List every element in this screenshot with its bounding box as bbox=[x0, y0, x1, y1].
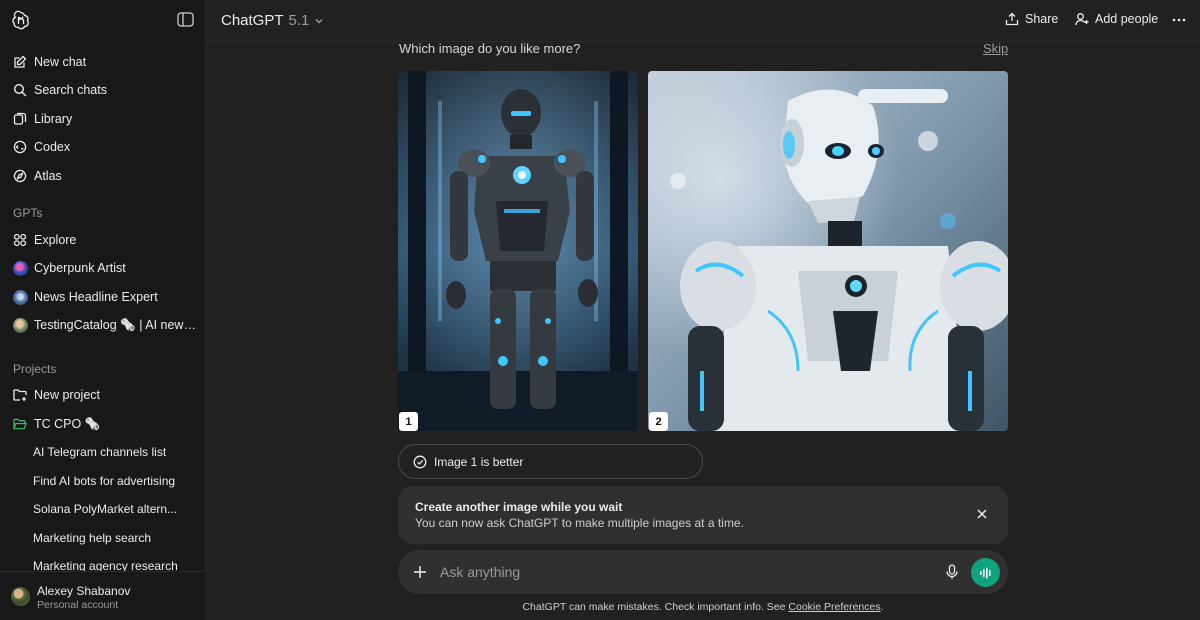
model-selector[interactable]: ChatGPT 5.1 bbox=[221, 12, 324, 29]
top-bar: ChatGPT 5.1 Share Add people bbox=[206, 0, 1200, 42]
prefer-image-1-button[interactable]: Image 1 is better bbox=[398, 444, 703, 479]
sidebar-item-codex[interactable]: Codex bbox=[6, 134, 200, 160]
sidebar-item-cyberpunk-artist[interactable]: Cyberpunk Artist bbox=[6, 255, 200, 281]
more-options-icon[interactable] bbox=[1172, 13, 1186, 27]
sidebar-item-tc-cpo[interactable]: TC CPO 🗞️ bbox=[6, 411, 200, 437]
check-circle-icon bbox=[413, 455, 427, 468]
notice-text: You can now ask ChatGPT to make multiple… bbox=[415, 516, 744, 530]
testingcatalog-avatar-icon bbox=[13, 317, 28, 333]
explore-icon bbox=[13, 233, 27, 247]
notice-title: Create another image while you wait bbox=[415, 500, 623, 514]
sidebar-item-label: Explore bbox=[34, 233, 77, 247]
robot-image-1 bbox=[398, 71, 638, 431]
sidebar-item-label: Library bbox=[34, 112, 73, 126]
sidebar-item-atlas[interactable]: Atlas bbox=[6, 163, 200, 189]
sidebar-item-label: Codex bbox=[34, 140, 71, 154]
sidebar-item-label: Cyberpunk Artist bbox=[34, 261, 126, 275]
image-option-2[interactable]: 2 bbox=[648, 71, 1008, 431]
chatgpt-app: New chat Search chats Library Codex Atla… bbox=[0, 0, 1200, 620]
image-number-badge: 1 bbox=[399, 412, 418, 431]
plus-icon[interactable] bbox=[412, 564, 428, 580]
news-headline-expert-avatar-icon bbox=[13, 289, 28, 305]
atlas-icon bbox=[13, 169, 27, 183]
skip-link[interactable]: Skip bbox=[983, 41, 1008, 56]
robot-image-2 bbox=[648, 71, 1008, 431]
disclaimer-end: . bbox=[880, 601, 884, 613]
voice-wave-icon bbox=[979, 567, 991, 578]
cookie-preferences-link[interactable]: Cookie Preferences bbox=[788, 601, 880, 613]
share-label: Share bbox=[1025, 12, 1059, 26]
user-name: Alexey Shabanov bbox=[37, 584, 131, 598]
sidebar-item-label: New project bbox=[34, 388, 100, 402]
project-chat-label: Marketing help search bbox=[33, 531, 152, 545]
sidebar-item-testingcatalog[interactable]: TestingCatalog 🗞️ | AI news &... bbox=[6, 312, 200, 338]
gpts-heading: GPTs bbox=[13, 206, 43, 220]
sidebar-top bbox=[0, 0, 206, 40]
chevron-down-icon bbox=[315, 18, 323, 23]
openai-logo-icon[interactable] bbox=[11, 10, 31, 30]
project-chat-label: Solana PolyMarket altern... bbox=[33, 502, 178, 516]
multi-image-notice: Create another image while you wait You … bbox=[398, 486, 1008, 544]
sidebar-item-new-chat[interactable]: New chat bbox=[6, 49, 200, 75]
sidebar-item-label: TC CPO 🗞️ bbox=[34, 416, 101, 431]
microphone-icon[interactable] bbox=[945, 564, 959, 580]
voice-mode-button[interactable] bbox=[971, 558, 1000, 587]
sidebar: New chat Search chats Library Codex Atla… bbox=[0, 0, 206, 620]
library-icon bbox=[13, 112, 27, 126]
cyberpunk-artist-avatar-icon bbox=[13, 260, 28, 276]
sidebar-toggle-icon[interactable] bbox=[177, 12, 194, 27]
share-icon bbox=[1005, 12, 1019, 26]
sidebar-item-explore[interactable]: Explore bbox=[6, 227, 200, 253]
sidebar-item-news-headline-expert[interactable]: News Headline Expert bbox=[6, 284, 200, 310]
sidebar-item-new-project[interactable]: New project bbox=[6, 382, 200, 408]
message-input[interactable]: Ask anything bbox=[440, 564, 520, 580]
project-chat-label: AI Telegram channels list bbox=[33, 445, 167, 459]
close-icon[interactable] bbox=[976, 508, 988, 520]
model-name: ChatGPT bbox=[221, 12, 284, 29]
add-person-icon bbox=[1075, 13, 1089, 26]
sidebar-item-label: New chat bbox=[34, 55, 87, 69]
project-chat-item[interactable]: Solana PolyMarket altern... bbox=[6, 496, 200, 522]
share-button[interactable]: Share bbox=[1005, 12, 1058, 26]
project-chat-item[interactable]: Marketing help search bbox=[6, 525, 200, 551]
composer: Ask anything bbox=[398, 550, 1008, 594]
image-option-1[interactable]: 1 bbox=[398, 71, 638, 431]
disclaimer: ChatGPT can make mistakes. Check importa… bbox=[0, 601, 1200, 613]
add-people-label: Add people bbox=[1095, 12, 1159, 26]
comparison-question: Which image do you like more? bbox=[399, 41, 581, 56]
sidebar-item-search-chats[interactable]: Search chats bbox=[6, 77, 200, 103]
new-chat-icon bbox=[13, 55, 27, 69]
folder-icon bbox=[13, 417, 27, 431]
sidebar-item-label: TestingCatalog 🗞️ | AI news &... bbox=[34, 317, 200, 332]
sidebar-item-label: Search chats bbox=[34, 83, 107, 97]
model-version: 5.1 bbox=[288, 12, 310, 29]
project-chat-item[interactable]: AI Telegram channels list bbox=[6, 439, 200, 465]
prefer-image-label: Image 1 is better bbox=[434, 454, 524, 469]
image-number-badge: 2 bbox=[649, 412, 668, 431]
search-icon bbox=[13, 83, 27, 97]
projects-heading: Projects bbox=[13, 362, 57, 376]
sidebar-item-label: Atlas bbox=[34, 169, 62, 183]
new-project-icon bbox=[13, 388, 27, 402]
sidebar-item-library[interactable]: Library bbox=[6, 106, 200, 132]
sidebar-item-label: News Headline Expert bbox=[34, 290, 158, 304]
codex-icon bbox=[13, 140, 27, 154]
disclaimer-text: ChatGPT can make mistakes. Check importa… bbox=[522, 601, 789, 613]
add-people-button[interactable]: Add people bbox=[1075, 12, 1158, 26]
project-chat-label: Find AI bots for advertising bbox=[33, 474, 176, 488]
project-chat-item[interactable]: Find AI bots for advertising bbox=[6, 468, 200, 494]
